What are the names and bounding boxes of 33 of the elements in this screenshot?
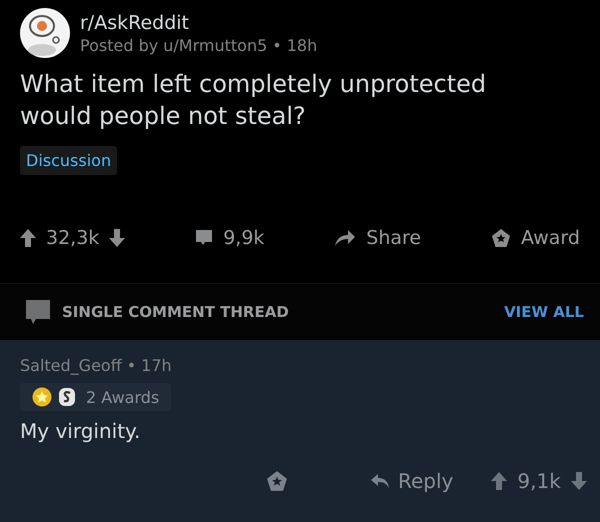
separator-dot: • [126, 356, 136, 375]
subreddit-name[interactable]: r/AskReddit [80, 12, 318, 34]
reply-button[interactable]: Reply [370, 469, 454, 493]
upvote-icon[interactable] [20, 229, 36, 247]
reply-arrow-icon [370, 473, 390, 489]
comment-age: 17h [141, 356, 172, 375]
share-button[interactable]: Share [334, 227, 422, 249]
awards-count: 2 Awards [86, 388, 160, 406]
post-author[interactable]: Posted by u/Mrmutton5 [80, 36, 268, 54]
coin-award-icon [58, 387, 76, 407]
thread-label: SINGLE COMMENT THREAD [62, 303, 289, 321]
downvote-icon[interactable] [570, 472, 587, 490]
downvote-icon[interactable] [109, 229, 126, 247]
flair-tag[interactable]: Discussion [20, 146, 118, 175]
separator-dot: • [272, 36, 282, 54]
comment-vote-count: 9,1k [517, 469, 561, 493]
crown-award-icon [32, 387, 52, 407]
comment-body: My virginity. [20, 419, 142, 443]
award-icon[interactable] [491, 228, 512, 248]
subreddit-avatar[interactable] [20, 8, 70, 58]
share-arrow-icon [334, 229, 356, 247]
comment-icon [195, 229, 214, 247]
post-title: What item left completely unprotected would people not steal? [20, 69, 488, 132]
post-age: 18h [286, 36, 318, 54]
view-all-link[interactable]: VIEW ALL [504, 303, 584, 321]
award-icon[interactable] [266, 470, 288, 492]
comment-author[interactable]: Salted_Geoff [20, 356, 122, 375]
award-button[interactable]: Award [491, 227, 580, 249]
vote-count: 32,3k [46, 227, 100, 249]
awards-box[interactable]: 2 Awards [20, 383, 172, 411]
comments-button[interactable]: 9,9k [195, 227, 264, 249]
upvote-icon[interactable] [491, 472, 508, 490]
comment-icon [24, 298, 52, 326]
